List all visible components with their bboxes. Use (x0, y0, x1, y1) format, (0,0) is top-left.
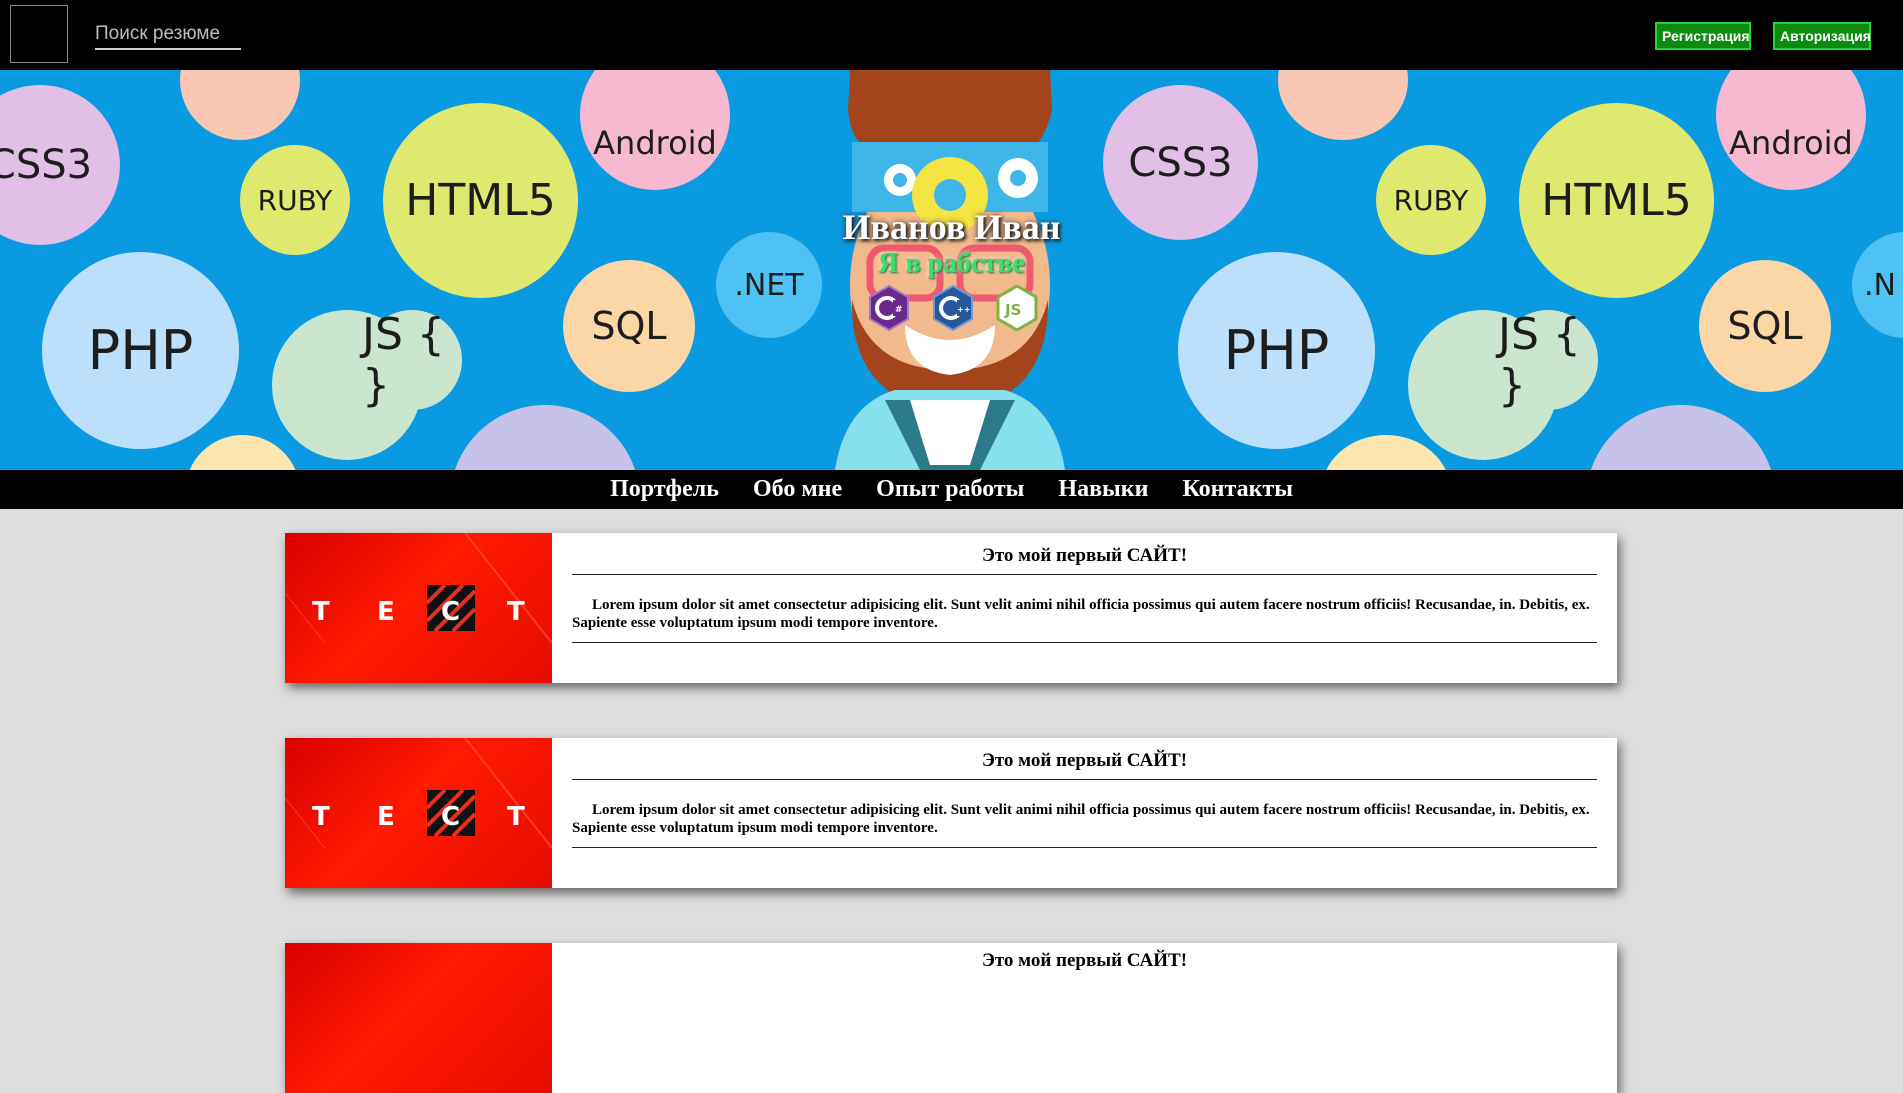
tech-bubble: PHP (1178, 252, 1375, 449)
portfolio-card[interactable]: Т Е С Т Это мой первый САЙТ! Lorem ipsum… (285, 533, 1617, 683)
login-button[interactable]: Авторизация (1773, 22, 1871, 50)
logo-image[interactable] (10, 5, 68, 63)
card-divider (572, 847, 1597, 848)
card-thumbnail: Т Е С Т (285, 738, 552, 888)
tech-bubble: Android (580, 70, 730, 190)
register-button[interactable]: Регистрация (1655, 22, 1751, 50)
nav-item-contacts[interactable]: Контакты (1182, 470, 1292, 509)
thumb-letter: С (441, 597, 460, 627)
tech-bubble: JS { } (362, 309, 462, 411)
thumb-letter: Т (507, 802, 525, 832)
svg-text:#: # (895, 305, 903, 315)
cplusplus-icon: ++ (933, 285, 973, 331)
test-thumbnail-graphic: Т Е С Т (285, 738, 552, 849)
portfolio-card[interactable]: Т Е С Т Это мой первый САЙТ! Lorem ipsum… (285, 738, 1617, 888)
portfolio-card[interactable]: Это мой первый САЙТ! (285, 943, 1617, 1093)
thumb-letter: Е (377, 597, 395, 627)
tech-bubble: Android (1716, 70, 1866, 190)
thumb-letter: Т (312, 802, 330, 832)
card-description: Lorem ipsum dolor sit amet consectetur a… (572, 597, 1590, 631)
csharp-icon: # (869, 285, 909, 331)
test-thumbnail-graphic: Т Е С Т (285, 533, 552, 644)
card-divider (572, 779, 1597, 780)
card-thumbnail (285, 943, 552, 1093)
tech-bubble: JS { } (1498, 309, 1598, 411)
main-nav: Портфель Обо мне Опыт работы Навыки Конт… (0, 470, 1903, 509)
nav-item-portfolio[interactable]: Портфель (610, 470, 719, 509)
svg-text:JS: JS (1004, 301, 1021, 319)
thumb-letter: Т (312, 597, 330, 627)
tech-bubble (450, 405, 640, 470)
nav-item-skills[interactable]: Навыки (1058, 470, 1148, 509)
nav-item-experience[interactable]: Опыт работы (876, 470, 1024, 509)
hero-name: Иванов Иван (842, 207, 1061, 247)
thumb-letter: С (441, 802, 460, 832)
tech-bubble (1586, 405, 1776, 470)
search-input[interactable] (95, 20, 241, 50)
hero-banner: CSS3 RUBY HTML5 Android PHP JS { } SQL .… (0, 70, 1903, 470)
nav-item-about[interactable]: Обо мне (753, 470, 842, 509)
tech-bubble (180, 70, 300, 140)
tech-bubble: PHP (42, 252, 239, 449)
tech-bubble (185, 435, 300, 470)
card-divider (572, 574, 1597, 575)
card-title: Это мой первый САЙТ! (981, 750, 1188, 771)
hero-status: Я в рабстве (878, 248, 1025, 279)
card-title: Это мой первый САЙТ! (981, 545, 1188, 566)
tech-bubble (1278, 70, 1408, 140)
nodejs-icon: JS (996, 285, 1038, 331)
thumb-letter: Е (377, 802, 395, 832)
top-bar: Регистрация Авторизация (0, 0, 1903, 70)
thumb-letter: Т (507, 597, 525, 627)
card-description: Lorem ipsum dolor sit amet consectetur a… (572, 802, 1590, 836)
svg-text:++: ++ (957, 305, 970, 314)
card-thumbnail: Т Е С Т (285, 533, 552, 683)
card-divider (572, 642, 1597, 643)
